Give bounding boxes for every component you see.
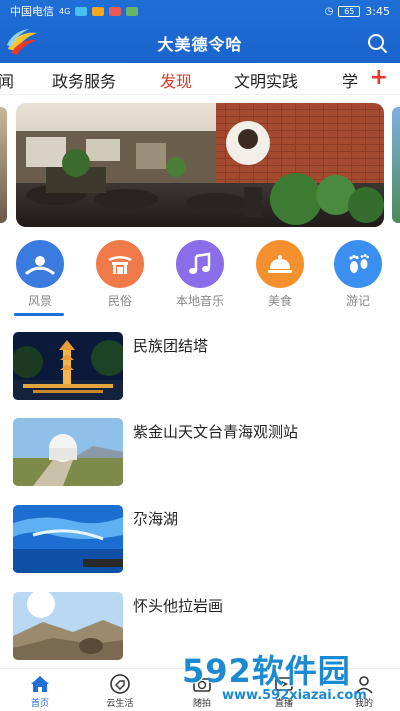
channel-tab-bar: 闻 政务服务 发现 文明实践 学 + bbox=[0, 63, 400, 95]
category-landscape[interactable]: 风景 bbox=[4, 240, 76, 309]
category-folk-custom[interactable]: 民俗 bbox=[84, 240, 156, 309]
tag-icon bbox=[110, 674, 130, 694]
category-local-music[interactable]: 本地音乐 bbox=[164, 240, 236, 309]
category-active-indicator bbox=[14, 313, 64, 316]
nav-home[interactable]: 首页 bbox=[10, 673, 70, 709]
alarm-icon: ◷ bbox=[324, 5, 334, 17]
landscape-icon bbox=[16, 240, 64, 288]
app-logo-icon bbox=[7, 29, 37, 55]
article-title: 紫金山天文台青海观测站 bbox=[133, 423, 299, 441]
food-cloche-icon bbox=[256, 240, 304, 288]
tab-discover[interactable]: 发现 bbox=[160, 68, 192, 92]
category-row: 风景 民俗 本地音乐 美食 游记 bbox=[0, 240, 400, 318]
watermark-url: www.592xiazai.com bbox=[222, 688, 367, 703]
tab-civilization-practice[interactable]: 文明实践 bbox=[234, 68, 298, 92]
battery-icon: 65 bbox=[338, 5, 361, 17]
app-notification-icon bbox=[92, 6, 105, 16]
article-thumbnail bbox=[13, 418, 123, 486]
watermark-logo-text: 592软件园 bbox=[182, 652, 351, 690]
add-channel-button[interactable]: + bbox=[370, 65, 388, 90]
category-travel-notes[interactable]: 游记 bbox=[322, 240, 394, 309]
banner-prev-peek[interactable] bbox=[0, 107, 7, 223]
folk-custom-icon bbox=[96, 240, 144, 288]
category-label: 美食 bbox=[267, 294, 292, 308]
wifi-icon bbox=[75, 6, 88, 16]
tab-study[interactable]: 学 bbox=[342, 68, 358, 92]
clock-time: 3:45 bbox=[365, 4, 390, 18]
list-item[interactable]: 民族团结塔 bbox=[0, 332, 400, 402]
tab-government-services[interactable]: 政务服务 bbox=[52, 68, 116, 92]
article-title: 民族团结塔 bbox=[133, 337, 209, 355]
signal-label: 4G bbox=[59, 6, 71, 16]
category-label: 游记 bbox=[345, 294, 370, 308]
app-bar: 大美德令哈 bbox=[0, 22, 400, 63]
music-note-icon bbox=[176, 240, 224, 288]
article-thumbnail bbox=[13, 592, 123, 660]
message-notification-icon bbox=[126, 6, 139, 16]
article-thumbnail bbox=[13, 332, 123, 400]
nav-label: 首页 bbox=[30, 699, 49, 709]
nav-label: 云生活 bbox=[106, 699, 134, 709]
home-icon bbox=[31, 676, 49, 692]
site-watermark: 592软件园 www.592xiazai.com bbox=[182, 646, 394, 708]
top-bar: 中国电信 4G ◷ 65 3:45 大美德令哈 bbox=[0, 0, 400, 63]
nav-cloud-life[interactable]: 云生活 bbox=[90, 673, 150, 709]
footprint-icon bbox=[334, 240, 382, 288]
category-food[interactable]: 美食 bbox=[244, 240, 316, 309]
media-notification-icon bbox=[109, 6, 122, 16]
banner-image[interactable] bbox=[16, 103, 384, 227]
list-item[interactable]: 紫金山天文台青海观测站 bbox=[0, 418, 400, 488]
tab-news[interactable]: 闻 bbox=[0, 68, 14, 92]
category-label: 风景 bbox=[27, 294, 52, 308]
article-thumbnail bbox=[13, 505, 123, 573]
status-bar: 中国电信 4G ◷ 65 3:45 bbox=[0, 0, 400, 22]
banner-next-peek[interactable] bbox=[392, 107, 400, 223]
category-label: 本地音乐 bbox=[175, 294, 224, 308]
article-title: 尕海湖 bbox=[133, 510, 179, 528]
banner-carousel[interactable] bbox=[0, 101, 400, 229]
category-label: 民俗 bbox=[107, 294, 132, 308]
list-item[interactable]: 尕海湖 bbox=[0, 505, 400, 575]
search-icon[interactable] bbox=[366, 32, 388, 54]
app-title: 大美德令哈 bbox=[157, 34, 243, 54]
carrier-label: 中国电信 bbox=[10, 5, 54, 18]
article-title: 怀头他拉岩画 bbox=[133, 597, 224, 615]
